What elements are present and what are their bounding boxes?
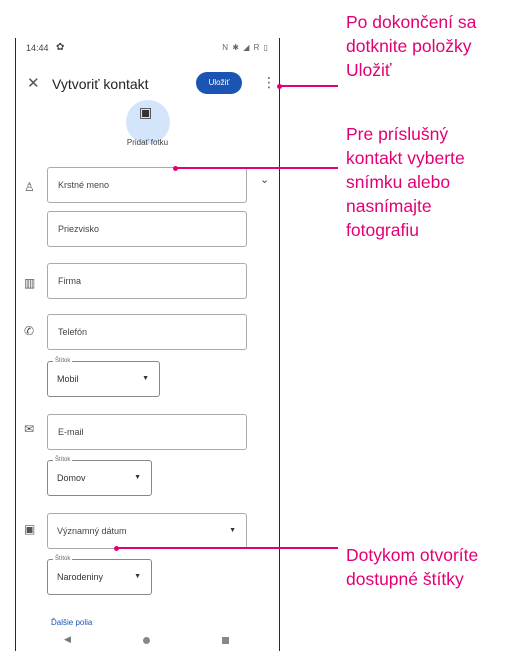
status-time: 14:44 (26, 43, 49, 53)
leader-line-labels (117, 547, 338, 549)
close-icon[interactable]: ✕ (27, 74, 40, 92)
caret-down-icon: ▼ (229, 527, 236, 534)
email-label-select[interactable]: Štítok Domov ▼ (47, 455, 152, 496)
status-indicators: N ✱ ◢ R ▯ (222, 43, 269, 52)
phone-label-legend: Štítok (53, 356, 73, 366)
phone-icon: ✆ (24, 324, 35, 338)
navigation-bar: ◀ (16, 631, 279, 651)
email-label-value: Domov (57, 473, 86, 483)
add-photo-label[interactable]: Pridať fotku (16, 138, 279, 147)
email-icon: ✉ (24, 422, 35, 436)
date-label-select[interactable]: Štítok Narodeniny ▼ (47, 554, 152, 595)
recents-icon[interactable] (222, 637, 229, 644)
leader-dot-labels (114, 545, 119, 551)
back-icon[interactable]: ◀ (64, 634, 71, 645)
add-photo-icon: ▣ (139, 104, 153, 120)
phone-label-select[interactable]: Štítok Mobil ▼ (47, 356, 160, 397)
callout-save: Po dokončení sa dotknite položky Uložiť (346, 12, 477, 80)
caret-down-icon: ▼ (134, 573, 141, 580)
person-icon: ♙ (24, 180, 35, 194)
last-name-field[interactable]: Priezvisko (47, 211, 247, 247)
significant-date-select[interactable]: Významný dátum ▼ (47, 513, 247, 549)
caret-down-icon: ▼ (142, 375, 149, 382)
email-label-legend: Štítok (53, 455, 73, 465)
date-label-value: Narodeniny (57, 572, 104, 582)
page-title: Vytvoriť kontakt (52, 76, 149, 92)
phone-label-value: Mobil (57, 374, 79, 384)
more-fields-link[interactable]: Ďalšie polia (51, 618, 92, 627)
save-button[interactable]: Uložiť (196, 72, 242, 94)
leader-dot-photo (173, 165, 178, 171)
email-field[interactable]: E-mail (47, 414, 247, 450)
significant-date-value: Významný dátum (57, 526, 127, 536)
more-options-icon[interactable]: ⋮ (262, 74, 276, 91)
calendar-icon: ▣ (24, 522, 36, 536)
leader-dot-save (277, 83, 282, 89)
app-bar: ✕ Vytvoriť kontakt Uložiť ⋮ (16, 66, 279, 102)
chevron-down-icon[interactable]: ⌄ (260, 173, 269, 186)
first-name-field[interactable]: Krstné meno (47, 167, 247, 203)
status-bar: 14:44 ✿ N ✱ ◢ R ▯ (16, 38, 279, 58)
leader-line-save (280, 85, 338, 87)
caret-down-icon: ▼ (134, 474, 141, 481)
business-icon: ▥ (24, 276, 36, 290)
phone-field[interactable]: Telefón (47, 314, 247, 350)
settings-icon: ✿ (56, 42, 65, 53)
company-field[interactable]: Firma (47, 263, 247, 299)
date-label-legend: Štítok (53, 554, 73, 564)
callout-photo: Pre príslušný kontakt vyberte snímku ale… (346, 124, 465, 240)
phone-screen: 14:44 ✿ N ✱ ◢ R ▯ ✕ Vytvoriť kontakt Ulo… (15, 38, 280, 651)
home-icon[interactable] (143, 637, 150, 644)
leader-line-photo (176, 167, 338, 169)
callout-labels: Dotykom otvoríte dostupné štítky (346, 545, 479, 589)
